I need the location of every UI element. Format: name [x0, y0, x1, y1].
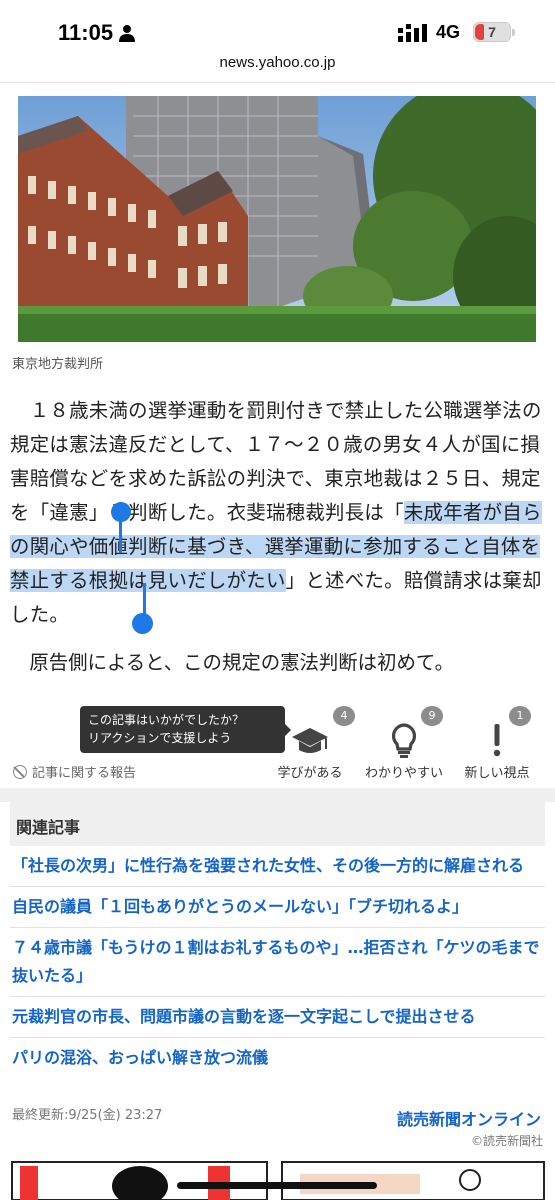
- section-separator: [0, 788, 555, 802]
- network-type: 4G: [436, 22, 461, 42]
- selection-end-handle[interactable]: [132, 613, 153, 634]
- copyright: ©読売新聞社: [470, 1134, 543, 1148]
- reaction-label: わかりやすい: [364, 766, 443, 781]
- battery-level: 7: [488, 24, 496, 40]
- address-bar[interactable]: news.yahoo.co.jp: [0, 54, 555, 71]
- source-link[interactable]: 読売新聞オンライン: [397, 1106, 541, 1130]
- reaction-tooltip: この記事はいかがでしたか？ リアクションで支援しよう: [80, 706, 291, 753]
- report-label: 記事に関する報告: [32, 766, 137, 781]
- home-indicator[interactable]: [177, 1182, 377, 1189]
- divider: [0, 82, 555, 83]
- reaction-label: 新しい視点: [464, 766, 530, 781]
- reaction-learn-button[interactable]: 4 学びがある: [265, 706, 355, 781]
- related-article-link[interactable]: 「社長の次男」に性行為を強要された女性、その後一方的に解雇される: [10, 846, 545, 887]
- lightbulb-icon: [392, 723, 416, 758]
- tooltip-line-1: この記事はいかがでしたか？: [88, 713, 245, 727]
- related-article-link[interactable]: パリの混浴、おっぱい解き放つ流儀: [10, 1038, 545, 1078]
- reaction-clear-button[interactable]: 9 わかりやすい: [359, 706, 449, 781]
- related-article-link[interactable]: 自民の議員「１回もありがとうのメールない」「ブチ切れるよ」: [10, 887, 545, 928]
- graduation-cap-icon: [292, 728, 328, 753]
- reaction-count: 4: [333, 706, 355, 726]
- reaction-new-view-button[interactable]: 1 新しい視点: [452, 706, 542, 781]
- reaction-count: 9: [421, 706, 443, 726]
- reaction-label: 学びがある: [277, 766, 343, 781]
- person-icon: [119, 25, 135, 42]
- related-heading: 関連記事: [10, 802, 545, 846]
- tooltip-line-2: リアクションで支援しよう: [88, 731, 232, 745]
- battery-icon: 7: [473, 22, 515, 42]
- status-bar: 11:05 4G 7: [0, 0, 555, 54]
- report-link[interactable]: 記事に関する報告: [13, 762, 136, 781]
- prohibited-icon: [13, 765, 27, 779]
- comic-banner: [0, 1156, 555, 1200]
- article-paragraph-1[interactable]: １８歳未満の選挙運動を罰則付きで禁止した公職選挙法の規定は憲法違反だとして、１７…: [10, 394, 550, 632]
- clock: 11:05: [58, 20, 114, 45]
- article-paragraph-2[interactable]: 原告側によると、この規定の憲法判断は初めて。: [10, 646, 550, 680]
- photo-caption: 東京地方裁判所: [12, 357, 104, 372]
- courthouse-photo: [18, 96, 536, 342]
- related-article-link[interactable]: ７４歳市議「もうけの１割はお礼するものや」…拒否され「ケツの毛まで抜いたる」: [10, 928, 545, 997]
- last-updated: 最終更新:9/25(金) 23:27: [12, 1108, 163, 1123]
- bottom-banner-image[interactable]: [0, 1156, 555, 1200]
- related-article-link[interactable]: 元裁判官の市長、問題市議の言動を逐一文字起こしで提出させる: [10, 997, 545, 1038]
- article-photo[interactable]: [18, 96, 536, 342]
- selection-start-caret: [119, 502, 122, 553]
- related-articles: 関連記事 「社長の次男」に性行為を強要された女性、その後一方的に解雇される 自民…: [10, 802, 545, 1078]
- signal-icon: [398, 24, 427, 42]
- exclamation-icon: [493, 724, 501, 757]
